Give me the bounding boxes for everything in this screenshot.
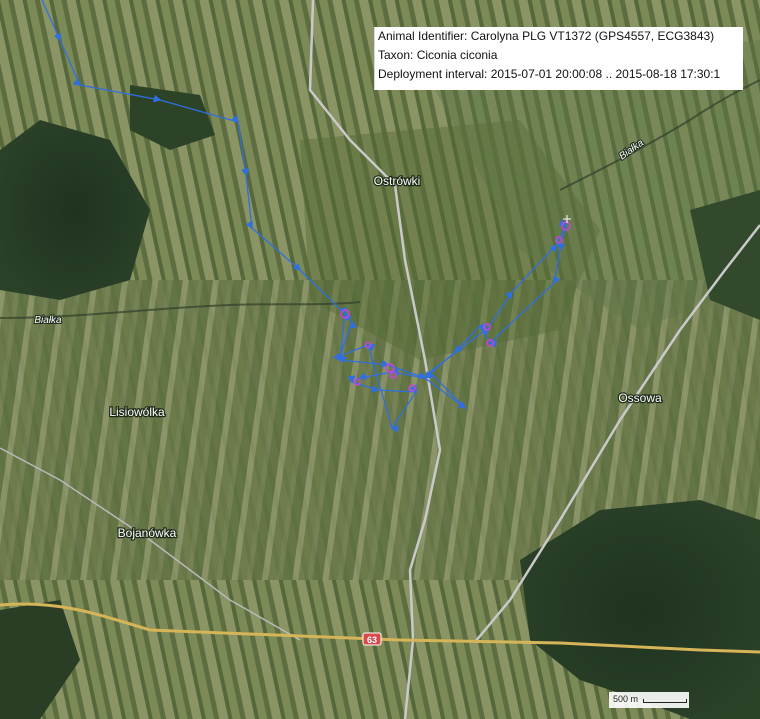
svg-text:63: 63 — [367, 635, 377, 645]
river-label-bialka-west: Białka — [34, 315, 62, 326]
deployment-interval: Deployment interval: 2015-07-01 20:00:08… — [378, 67, 721, 81]
place-label-lisiowolka: Lisiowólka — [109, 405, 165, 419]
scale-label: 500 m — [613, 694, 639, 704]
taxon: Taxon: Ciconia ciconia — [378, 48, 498, 62]
animal-identifier: Animal Identifier: Carolyna PLG VT1372 (… — [378, 29, 715, 43]
place-label-ostrowki: Ostrówki — [374, 174, 421, 188]
road-shield-63: 63 — [362, 632, 382, 646]
place-label-bojanowka: Bojanówka — [118, 526, 177, 540]
animal-info-box: Animal Identifier: Carolyna PLG VT1372 (… — [374, 27, 743, 90]
map-scale: 500 m — [609, 692, 689, 708]
satellite-map[interactable]: 63 Ostrówki Lisiowólka Bojanówka Ossowa … — [0, 0, 760, 719]
scale-bar — [643, 699, 687, 703]
place-label-ossowa: Ossowa — [618, 391, 662, 405]
